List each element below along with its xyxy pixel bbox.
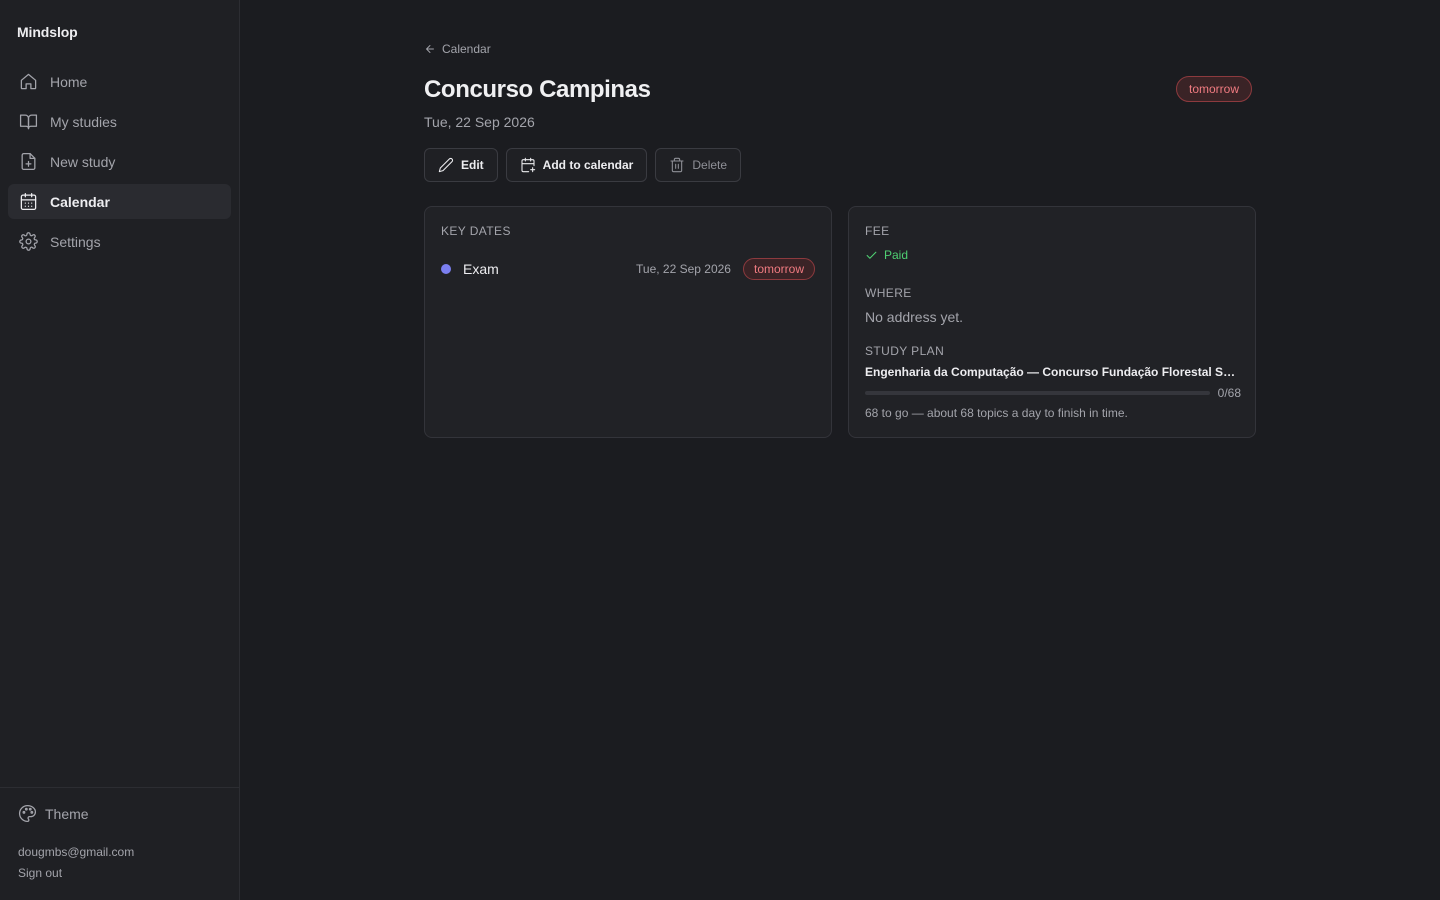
home-icon bbox=[18, 72, 38, 92]
delete-button[interactable]: Delete bbox=[655, 148, 742, 182]
fee-status: Paid bbox=[865, 248, 908, 262]
book-icon bbox=[18, 112, 38, 132]
key-dates-heading: KEY DATES bbox=[441, 224, 511, 238]
sidebar-item-home[interactable]: Home bbox=[8, 64, 231, 99]
arrow-left-icon bbox=[426, 45, 434, 53]
study-plan-note: 68 to go — about 68 topics a day to fini… bbox=[865, 406, 1128, 420]
calendar-plus-icon bbox=[521, 157, 535, 173]
sidebar-item-label: My studies bbox=[50, 113, 117, 130]
key-date-row: Exam Tue, 22 Sep 2026 tomorrow bbox=[441, 257, 815, 281]
key-date-date: Tue, 22 Sep 2026 bbox=[636, 262, 731, 276]
theme-label: Theme bbox=[45, 805, 89, 822]
sidebar-nav: Home My studies New study Calendar Setti… bbox=[8, 64, 231, 264]
progress-count: 0/68 bbox=[1217, 386, 1241, 400]
gear-icon bbox=[18, 232, 38, 252]
theme-toggle[interactable]: Theme bbox=[18, 804, 89, 823]
trash-icon bbox=[670, 157, 684, 173]
study-plan-link[interactable]: Engenharia da Computação — Concurso Fund… bbox=[865, 365, 1241, 379]
study-plan-heading: STUDY PLAN bbox=[865, 344, 945, 358]
sidebar-item-label: Home bbox=[50, 73, 88, 90]
action-bar: Edit Add to calendar Delete bbox=[424, 148, 749, 182]
check-icon bbox=[866, 251, 877, 259]
fee-status-label: Paid bbox=[884, 248, 909, 262]
back-to-calendar-link[interactable]: Calendar bbox=[424, 42, 491, 56]
file-plus-icon bbox=[18, 152, 38, 172]
brand-logo[interactable]: Mindslop bbox=[17, 24, 78, 40]
study-plan-progress: 0/68 bbox=[865, 385, 1241, 401]
add-to-calendar-button[interactable]: Add to calendar bbox=[505, 148, 648, 182]
sidebar-item-label: Settings bbox=[50, 233, 101, 250]
event-dot-icon bbox=[441, 264, 451, 274]
sidebar-item-new-study[interactable]: New study bbox=[8, 144, 231, 179]
edit-button[interactable]: Edit bbox=[424, 148, 498, 182]
sidebar-footer: Theme dougmbs@gmail.com Sign out bbox=[0, 787, 239, 900]
edit-button-label: Edit bbox=[461, 158, 484, 172]
sidebar-item-calendar[interactable]: Calendar bbox=[8, 184, 231, 219]
main-content: Calendar Concurso Campinas Tue, 22 Sep 2… bbox=[240, 0, 1440, 900]
sidebar-item-label: Calendar bbox=[50, 193, 110, 210]
details-card: FEE Paid WHERE No address yet. STUDY PLA… bbox=[848, 206, 1256, 438]
pencil-icon bbox=[438, 157, 454, 173]
where-value: No address yet. bbox=[865, 309, 964, 325]
where-heading: WHERE bbox=[865, 286, 912, 300]
progress-track bbox=[865, 391, 1210, 395]
app-root: Mindslop Home My studies New study Calen… bbox=[0, 0, 1440, 900]
sidebar-item-settings[interactable]: Settings bbox=[8, 224, 231, 259]
delete-button-label: Delete bbox=[692, 158, 728, 172]
sidebar-item-my-studies[interactable]: My studies bbox=[8, 104, 231, 139]
status-badge: tomorrow bbox=[1176, 76, 1253, 102]
sidebar-item-label: New study bbox=[50, 153, 116, 170]
add-to-calendar-label: Add to calendar bbox=[542, 158, 634, 172]
calendar-icon bbox=[18, 192, 38, 212]
key-date-badge: tomorrow bbox=[742, 258, 815, 280]
sign-out-link[interactable]: Sign out bbox=[18, 866, 62, 880]
page-date: Tue, 22 Sep 2026 bbox=[424, 114, 535, 130]
back-link-label: Calendar bbox=[442, 42, 491, 56]
sidebar: Mindslop Home My studies New study Calen… bbox=[0, 0, 240, 900]
user-email: dougmbs@gmail.com bbox=[18, 845, 135, 859]
key-dates-card: KEY DATES Exam Tue, 22 Sep 2026 tomorrow bbox=[424, 206, 832, 438]
fee-heading: FEE bbox=[865, 224, 890, 238]
palette-icon bbox=[19, 804, 37, 823]
key-date-name: Exam bbox=[463, 261, 499, 277]
page-title: Concurso Campinas bbox=[424, 76, 651, 103]
